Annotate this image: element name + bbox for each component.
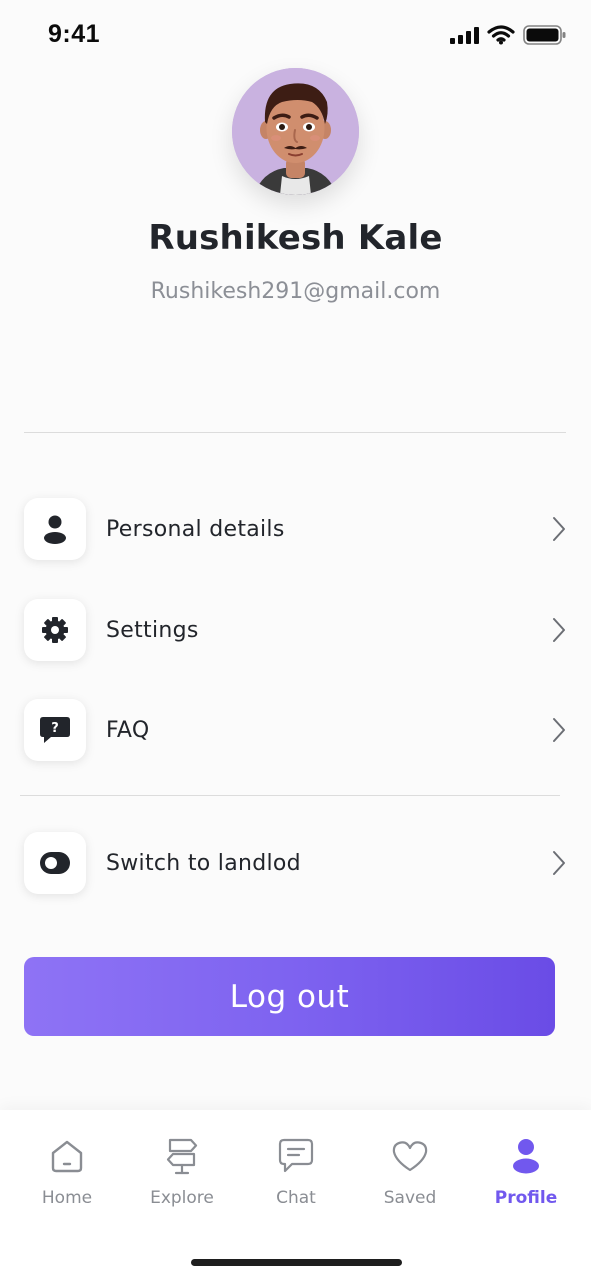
chevron-right-icon — [549, 515, 569, 543]
cellular-signal-icon — [450, 27, 479, 44]
nav-item-home[interactable]: Home — [17, 1136, 117, 1208]
menu-icon-box — [24, 599, 86, 661]
avatar[interactable] — [232, 68, 359, 195]
nav-item-saved[interactable]: Saved — [360, 1136, 460, 1208]
avatar-illustration — [232, 68, 359, 195]
chat-icon — [278, 1138, 314, 1173]
menu-icon-box: ? — [24, 699, 86, 761]
nav-label-chat: Chat — [276, 1188, 316, 1208]
nav-item-chat[interactable]: Chat — [246, 1136, 346, 1208]
menu-item-personal-details[interactable]: Personal details — [24, 496, 569, 562]
profile-name: Rushikesh Kale — [148, 218, 443, 258]
divider-top — [24, 432, 566, 433]
question-chat-icon: ? — [40, 717, 70, 743]
menu-label-personal-details: Personal details — [106, 516, 285, 542]
menu-label-settings: Settings — [106, 617, 199, 643]
status-bar: 9:41 — [0, 0, 591, 70]
divider-middle — [20, 795, 560, 796]
menu-icon-box — [24, 498, 86, 560]
menu-label-faq: FAQ — [106, 717, 150, 743]
nav-label-saved: Saved — [383, 1188, 437, 1208]
toggle-icon — [40, 852, 70, 874]
user-icon — [44, 515, 66, 544]
home-icon — [51, 1140, 83, 1173]
nav-item-profile[interactable]: Profile — [476, 1136, 576, 1208]
menu-item-faq[interactable]: ? FAQ — [24, 697, 569, 763]
menu-icon-box — [24, 832, 86, 894]
status-icons — [449, 24, 567, 46]
status-time: 9:41 — [48, 20, 101, 48]
logout-button[interactable]: Log out — [24, 957, 555, 1036]
nav-label-home: Home — [41, 1188, 93, 1208]
gear-icon — [42, 617, 68, 643]
menu-label-switch-to-landlord: Switch to landlod — [106, 850, 301, 876]
menu-item-settings[interactable]: Settings — [24, 597, 569, 663]
wifi-icon — [487, 25, 515, 45]
bottom-nav: Home Explore Chat Saved Profile — [0, 1110, 591, 1280]
home-indicator — [191, 1259, 402, 1266]
profile-icon — [513, 1139, 539, 1174]
chevron-right-icon — [549, 716, 569, 744]
nav-item-explore[interactable]: Explore — [132, 1136, 232, 1208]
nav-label-profile: Profile — [494, 1188, 558, 1208]
chevron-right-icon — [549, 616, 569, 644]
nav-label-explore: Explore — [150, 1188, 214, 1208]
svg-text:?: ? — [51, 721, 59, 736]
chevron-right-icon — [549, 849, 569, 877]
signpost-icon — [166, 1138, 198, 1175]
heart-icon — [392, 1141, 428, 1172]
menu-item-switch-to-landlord[interactable]: Switch to landlod — [24, 830, 569, 896]
battery-icon — [523, 25, 566, 45]
profile-email: Rushikesh291@gmail.com — [150, 279, 441, 304]
